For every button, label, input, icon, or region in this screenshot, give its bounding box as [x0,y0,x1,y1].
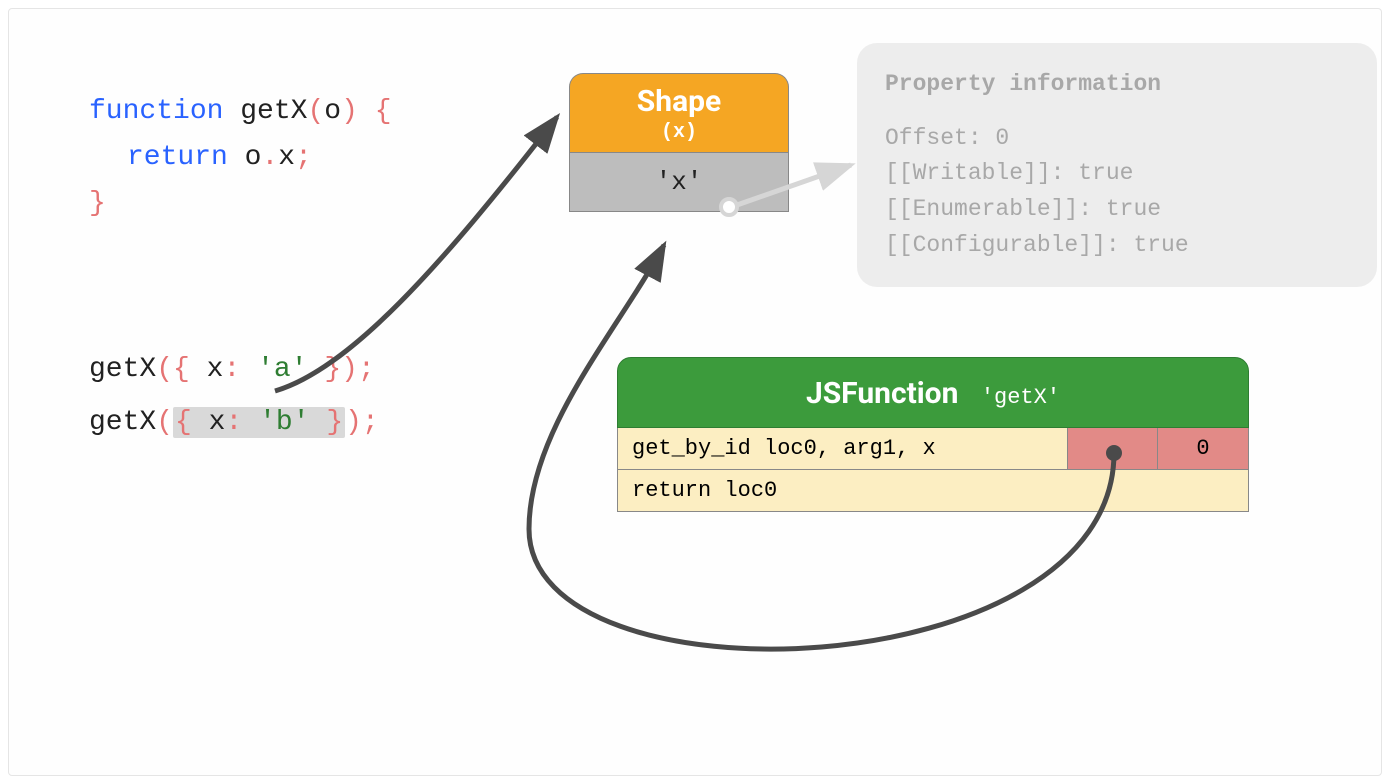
keyword-return: return [127,142,228,173]
return-obj: o [245,142,262,173]
shape-prop-name: 'x' [656,167,703,197]
function-name-def: getX [240,96,307,127]
shape-title: Shape [570,84,788,119]
shape-header: Shape (x) [569,73,789,152]
call-sites: getX({ x: 'a' }); getX({ x: 'b' }); [89,343,379,449]
prop-writable: [[Writable]]: true [885,156,1349,192]
source-code: function getX(o) { return o.x; } [89,89,392,228]
property-info-title: Property information [885,67,1349,103]
bytecode-row-1: get_by_id loc0, arg1, x 0 [618,428,1248,469]
jsfunction-body: get_by_id loc0, arg1, x 0 return loc0 [617,428,1249,512]
jsfunction-title: JSFunction [806,376,958,411]
bytecode-instr-2: return loc0 [618,470,1248,511]
property-info-card: Property information Offset: 0 [[Writabl… [857,43,1377,287]
keyword-function: function [89,96,223,127]
call-line-2: getX({ x: 'b' }); [89,396,379,449]
call-line-1: getX({ x: 'a' }); [89,343,379,396]
jsfunction-header: JSFunction 'getX' [617,357,1249,428]
prop-enumerable: [[Enumerable]]: true [885,192,1349,228]
inline-cache-offset-slot: 0 [1158,428,1248,469]
shape-property-cell: 'x' [569,152,789,212]
param: o [324,96,341,127]
return-prop: x [278,142,295,173]
jsfunction-box: JSFunction 'getX' get_by_id loc0, arg1, … [617,357,1249,512]
jsfunction-name: 'getX' [981,385,1060,410]
prop-offset: Offset: 0 [885,121,1349,157]
bytecode-instr-1: get_by_id loc0, arg1, x [618,428,1068,469]
diagram-canvas: function getX(o) { return o.x; } getX({ … [8,8,1382,776]
shape-box: Shape (x) 'x' [569,73,789,212]
shape-sub: (x) [570,121,788,144]
bytecode-row-2: return loc0 [618,469,1248,511]
prop-configurable: [[Configurable]]: true [885,228,1349,264]
inline-cache-shape-slot [1068,428,1158,469]
